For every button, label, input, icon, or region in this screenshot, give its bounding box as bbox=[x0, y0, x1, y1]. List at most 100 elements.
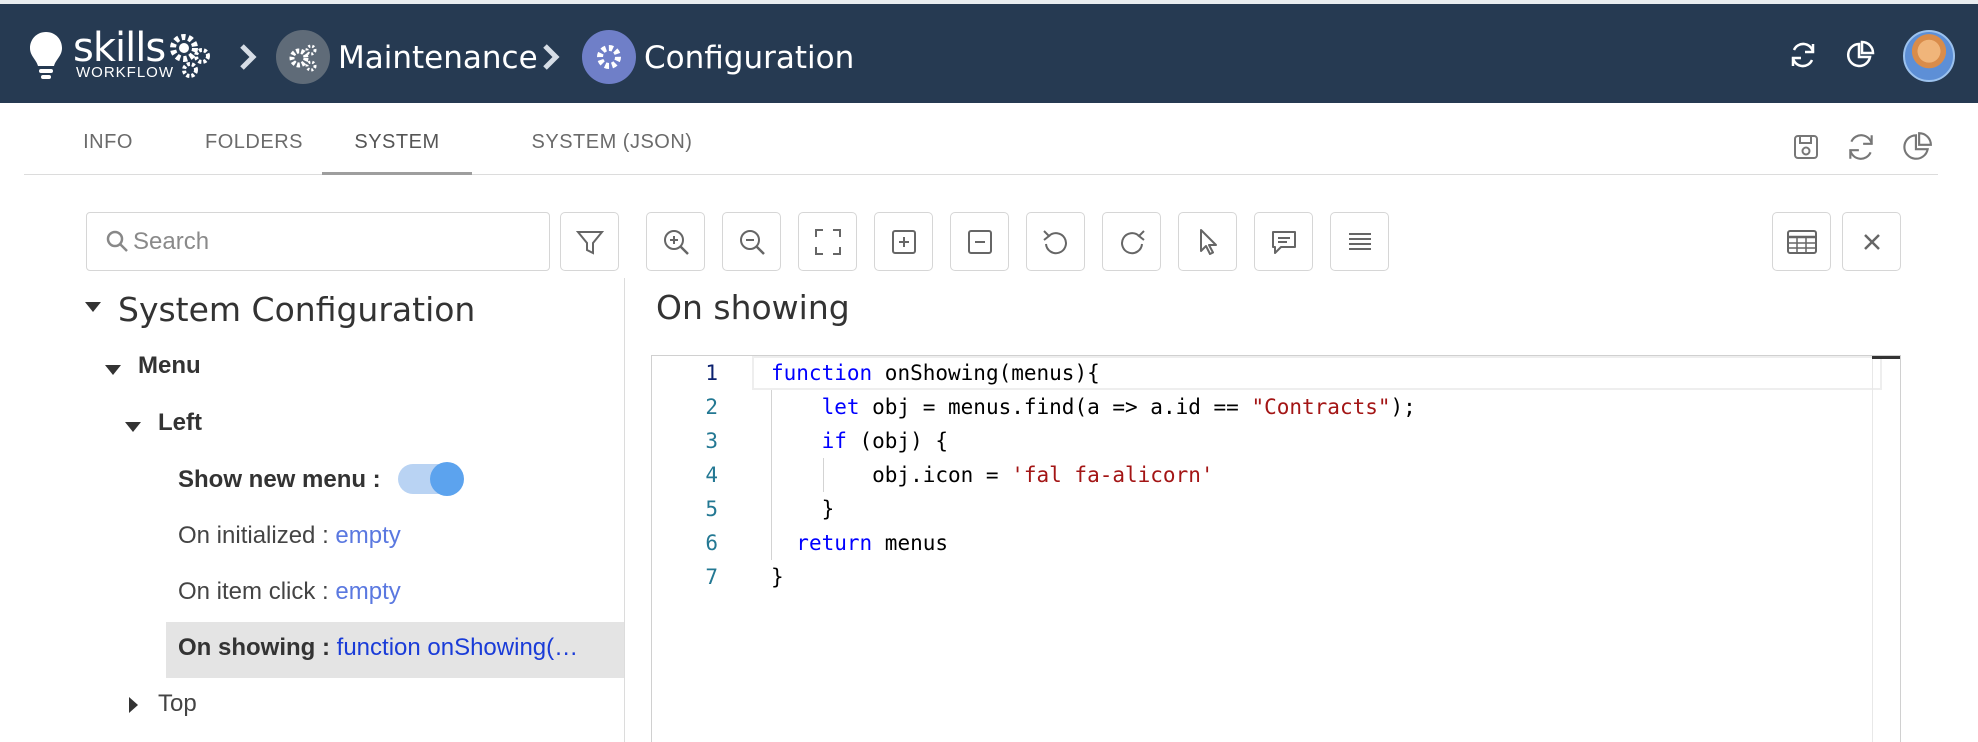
zoom-in-button[interactable] bbox=[646, 212, 705, 271]
caret-down-icon[interactable] bbox=[105, 365, 121, 375]
redo-button[interactable] bbox=[1102, 212, 1161, 271]
lightbulb-icon bbox=[30, 32, 62, 79]
configuration-icon bbox=[582, 30, 636, 84]
prop-label: On initialized : bbox=[178, 522, 329, 549]
prop-on-showing[interactable]: On showing : function onShowing(… bbox=[178, 634, 578, 662]
code-token: function bbox=[771, 361, 873, 385]
code-token: (obj) { bbox=[846, 429, 949, 453]
search-icon bbox=[106, 230, 128, 252]
logo-subtext: WORKFLOW bbox=[76, 64, 174, 81]
prop-label: On item click : bbox=[178, 578, 329, 605]
line-number: 2 bbox=[705, 395, 718, 419]
save-icon[interactable] bbox=[1786, 127, 1826, 167]
pie-chart-icon[interactable] bbox=[1843, 38, 1877, 72]
collapse-icon bbox=[967, 229, 992, 254]
code-line[interactable]: } bbox=[771, 565, 784, 589]
tab-info[interactable]: INFO bbox=[48, 103, 168, 175]
code-token: } bbox=[771, 565, 784, 589]
app-logo[interactable]: skills WORKFLOW bbox=[28, 26, 218, 86]
caret-down-icon[interactable] bbox=[125, 422, 141, 432]
code-line[interactable]: return menus bbox=[771, 531, 948, 555]
comment-icon bbox=[1271, 230, 1296, 254]
tab-system-json[interactable]: SYSTEM (JSON) bbox=[502, 103, 722, 175]
collapse-all-button[interactable] bbox=[950, 212, 1009, 271]
zoom-in-icon bbox=[663, 229, 689, 255]
tree-node-menu[interactable]: Menu bbox=[138, 352, 201, 380]
tree-node-left[interactable]: Left bbox=[158, 409, 202, 437]
prop-value[interactable]: function onShowing(… bbox=[337, 634, 578, 661]
pointer-icon bbox=[1199, 228, 1217, 255]
tree-node-top[interactable]: Top bbox=[158, 690, 197, 718]
table-icon bbox=[1786, 229, 1817, 254]
filter-button[interactable] bbox=[560, 212, 619, 271]
code-token: onShowing(menus){ bbox=[872, 361, 1100, 385]
prop-on-item-click[interactable]: On item click : empty bbox=[178, 578, 401, 606]
scroll-thumb[interactable] bbox=[1872, 356, 1900, 359]
tree-root[interactable]: System Configuration bbox=[118, 290, 475, 329]
editor-title: On showing bbox=[656, 288, 850, 327]
code-line[interactable]: if (obj) { bbox=[771, 429, 948, 453]
caret-down-icon[interactable] bbox=[85, 302, 101, 312]
chevron-right-icon bbox=[240, 44, 257, 70]
code-token: return bbox=[796, 531, 873, 555]
code-line[interactable]: let obj = menus.find(a => a.id == "Contr… bbox=[771, 395, 1416, 419]
prop-value[interactable]: empty bbox=[335, 522, 400, 549]
line-number: 1 bbox=[705, 361, 718, 385]
close-button[interactable] bbox=[1842, 212, 1901, 271]
maintenance-icon bbox=[276, 30, 330, 84]
tab-system[interactable]: SYSTEM bbox=[322, 103, 472, 175]
zoom-out-button[interactable] bbox=[722, 212, 781, 271]
close-icon bbox=[1863, 233, 1880, 250]
refresh-icon[interactable] bbox=[1786, 38, 1820, 72]
tab-bar: INFO FOLDERS SYSTEM SYSTEM (JSON) bbox=[24, 103, 1938, 175]
code-editor[interactable]: 1 2 3 4 5 6 7 function onShowing(menus){ let o… bbox=[651, 355, 1901, 742]
fit-screen-icon bbox=[814, 228, 841, 255]
chevron-right-icon bbox=[543, 44, 560, 70]
prop-label: On showing : bbox=[178, 634, 330, 661]
code-token: obj = menus.find(a => a.id == bbox=[859, 395, 1252, 419]
code-token: let bbox=[821, 395, 860, 419]
prop-label: Show new menu : bbox=[178, 466, 381, 493]
top-bar: skills WORKFLOW Maintenance Configuratio… bbox=[0, 0, 1978, 103]
tab-folders[interactable]: FOLDERS bbox=[174, 103, 334, 175]
code-line[interactable]: obj.icon = 'fal fa-alicorn' bbox=[771, 463, 1214, 487]
breadcrumb-configuration[interactable]: Configuration bbox=[644, 38, 854, 78]
zoom-out-icon bbox=[739, 229, 765, 255]
toggle-knob bbox=[430, 462, 464, 496]
avatar[interactable] bbox=[1903, 30, 1955, 82]
prop-on-initialized[interactable]: On initialized : empty bbox=[178, 522, 401, 550]
prop-value[interactable]: empty bbox=[335, 578, 400, 605]
search-box bbox=[86, 212, 550, 271]
expand-all-button[interactable] bbox=[874, 212, 933, 271]
list-icon bbox=[1348, 232, 1371, 250]
list-button[interactable] bbox=[1330, 212, 1389, 271]
redo-icon bbox=[1120, 229, 1145, 254]
refresh-icon[interactable] bbox=[1841, 127, 1881, 167]
code-token: if bbox=[821, 429, 847, 453]
fit-screen-button[interactable] bbox=[798, 212, 857, 271]
line-number: 5 bbox=[705, 497, 718, 521]
pie-chart-icon[interactable] bbox=[1897, 127, 1937, 167]
undo-button[interactable] bbox=[1026, 212, 1085, 271]
code-token: 'fal fa-alicorn' bbox=[1011, 463, 1214, 487]
table-view-button[interactable] bbox=[1772, 212, 1831, 271]
editor-scrollbar[interactable] bbox=[1872, 356, 1900, 742]
search-input[interactable] bbox=[133, 223, 533, 261]
code-line[interactable]: } bbox=[771, 497, 835, 521]
code-line[interactable]: function onShowing(menus){ bbox=[771, 361, 1100, 385]
line-number: 3 bbox=[705, 429, 718, 453]
panel-divider[interactable] bbox=[624, 278, 625, 742]
expand-icon bbox=[891, 229, 916, 254]
show-new-menu-toggle[interactable] bbox=[398, 462, 464, 496]
comment-button[interactable] bbox=[1254, 212, 1313, 271]
filter-icon bbox=[575, 230, 604, 255]
undo-icon bbox=[1042, 229, 1067, 254]
caret-right-icon[interactable] bbox=[129, 697, 138, 713]
code-token: obj.icon = bbox=[771, 463, 1012, 487]
code-token: } bbox=[771, 497, 835, 521]
gears-icon bbox=[170, 34, 210, 78]
breadcrumb-maintenance[interactable]: Maintenance bbox=[338, 38, 538, 78]
select-button[interactable] bbox=[1178, 212, 1237, 271]
